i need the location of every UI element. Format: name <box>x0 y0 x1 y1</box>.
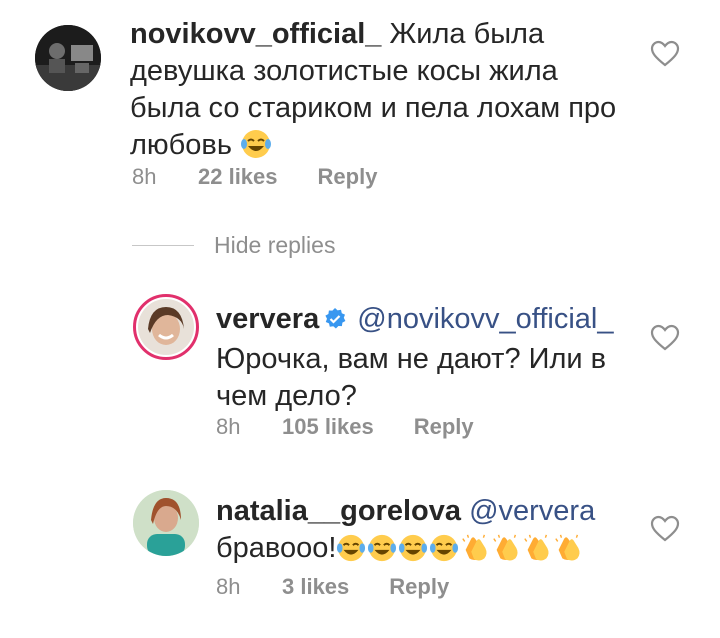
mention-link[interactable]: @novikovv_official_ <box>357 303 613 335</box>
reply-button[interactable]: Reply <box>414 414 474 440</box>
laughing-tears-emoji-icon <box>398 533 428 573</box>
comment-body-line4: любовь <box>130 129 232 161</box>
avatar-ververa[interactable] <box>133 294 199 360</box>
comment-body-line2: девушка золотистые косы жила <box>130 55 558 87</box>
divider-line <box>132 245 194 246</box>
clapping-hands-emoji-icon <box>460 533 490 573</box>
like-heart-icon[interactable] <box>650 324 680 352</box>
comment-body: Юрочка, вам не дают? Или в <box>216 343 607 375</box>
clapping-hands-emoji-icon <box>522 533 552 573</box>
hide-replies-label[interactable]: Hide replies <box>214 232 335 259</box>
comment-body-line2: чем дело? <box>216 380 357 412</box>
comment-meta: 8h 105 likes Reply <box>216 414 474 440</box>
comment-text: natalia__gorelova @ververa бравооо! <box>216 493 646 573</box>
username[interactable]: novikovv_official_ <box>130 18 381 50</box>
timestamp: 8h <box>132 164 157 189</box>
reply-button[interactable]: Reply <box>318 164 378 190</box>
laughing-tears-emoji-icon <box>367 533 397 573</box>
clapping-hands-emoji-icon <box>553 533 583 573</box>
comment-meta: 8h 3 likes Reply <box>216 574 449 600</box>
like-heart-icon[interactable] <box>650 40 680 68</box>
username[interactable]: ververa <box>216 303 319 335</box>
timestamp: 8h <box>216 414 241 439</box>
verified-badge-icon <box>323 304 347 341</box>
mention-link[interactable]: @ververa <box>469 495 595 527</box>
clapping-hands-emoji-icon <box>491 533 521 573</box>
likes-count[interactable]: 22 likes <box>198 164 278 190</box>
hide-replies-toggle[interactable]: Hide replies <box>132 232 335 259</box>
username[interactable]: natalia__gorelova <box>216 495 461 527</box>
comment-text: novikovv_official_ Жила была девушка зол… <box>130 16 650 170</box>
timestamp: 8h <box>216 574 241 599</box>
comment-body-line3: была со стариком и пела лохам про <box>130 92 617 124</box>
comment-meta: 8h 22 likes Reply <box>132 164 377 190</box>
laughing-tears-emoji-icon <box>336 533 366 573</box>
comment-text: ververa @novikovv_official_ Юрочка, вам … <box>216 301 636 415</box>
likes-count[interactable]: 105 likes <box>282 414 374 440</box>
likes-count[interactable]: 3 likes <box>282 574 349 600</box>
comment-body: бравооо! <box>216 532 337 564</box>
avatar-novikovv[interactable] <box>35 25 101 91</box>
laughing-tears-emoji-icon <box>429 533 459 573</box>
comment-body: Жила была <box>389 18 545 50</box>
like-heart-icon[interactable] <box>650 515 680 543</box>
reply-button[interactable]: Reply <box>389 574 449 600</box>
avatar-natalia[interactable] <box>133 490 199 556</box>
